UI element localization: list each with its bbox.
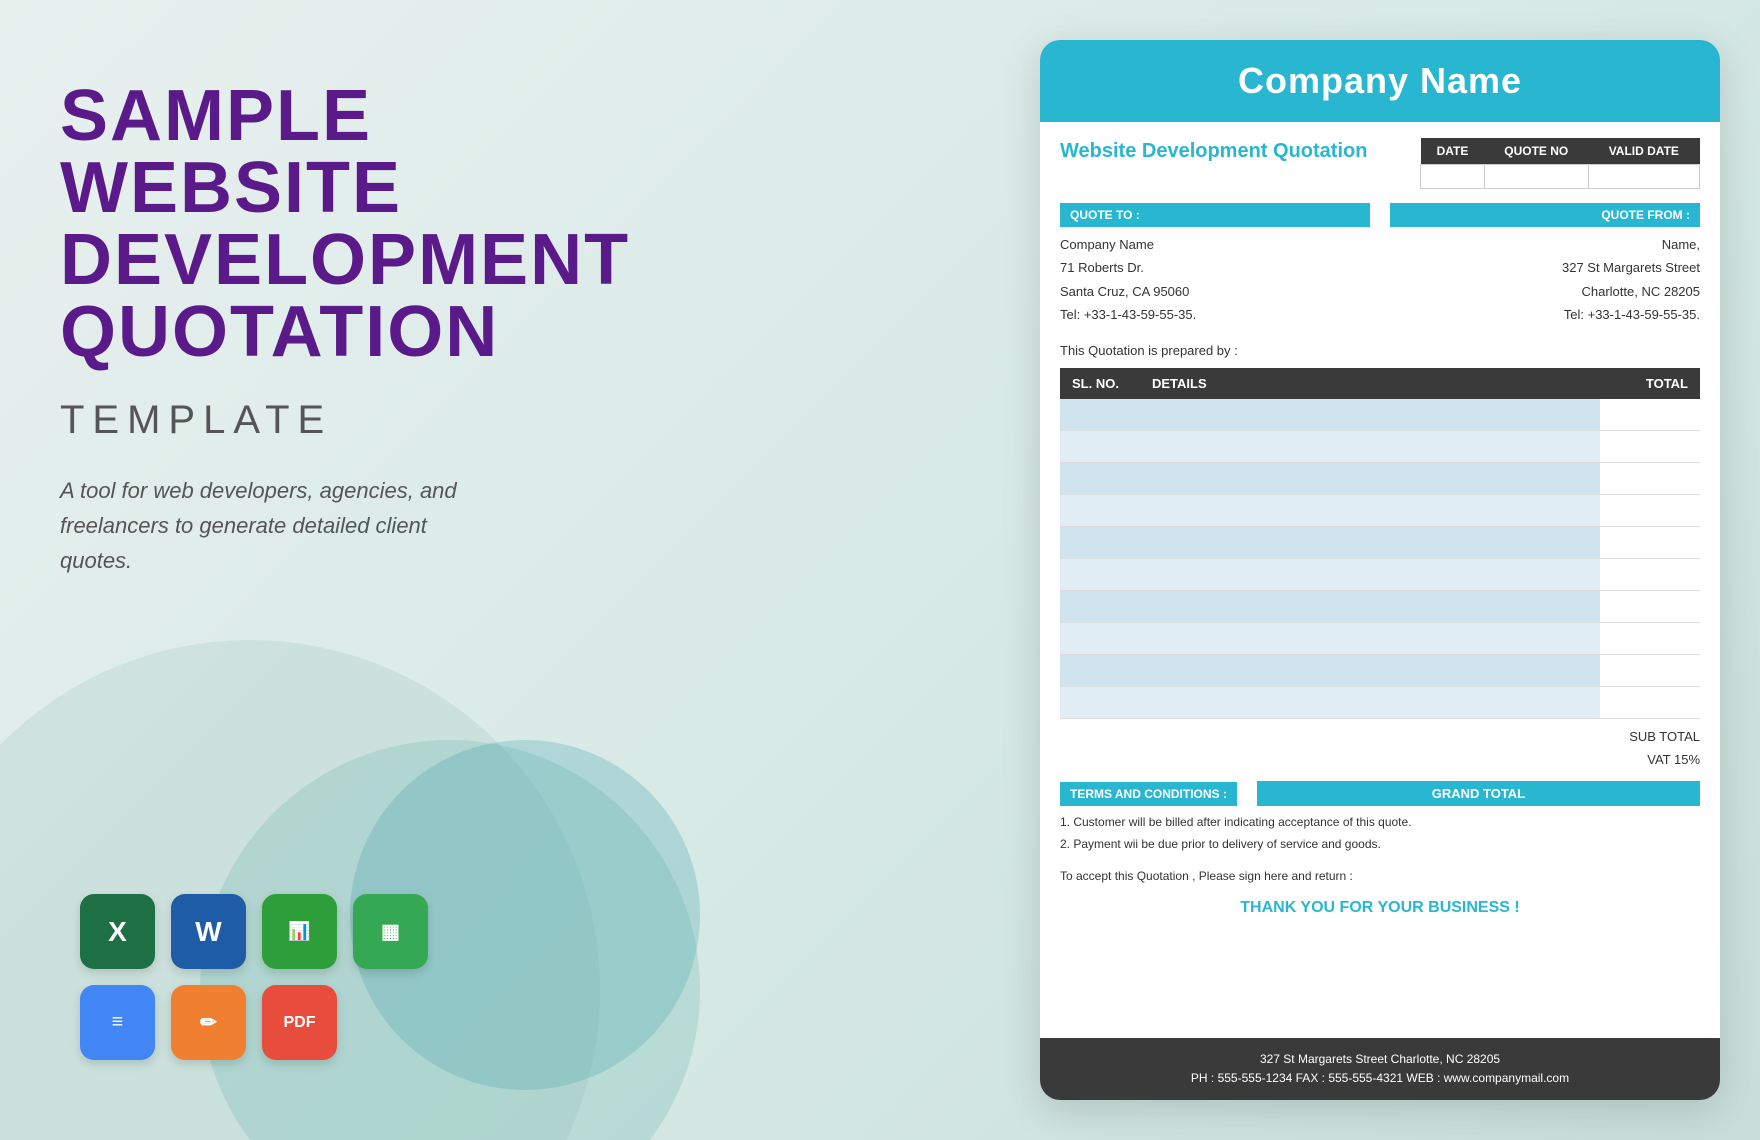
quote-info-table: DATE QUOTE NO VALID DATE: [1420, 138, 1700, 189]
date-header: DATE: [1421, 138, 1485, 165]
excel-icon[interactable]: X: [80, 894, 155, 969]
prepared-by: This Quotation is prepared by :: [1040, 337, 1720, 368]
sl-no-header: SL. NO.: [1060, 368, 1140, 399]
quote-to-label: QUOTE TO :: [1060, 203, 1370, 227]
table-row: [1060, 559, 1700, 591]
table-row: [1060, 495, 1700, 527]
pdf-icon[interactable]: PDF: [262, 985, 337, 1060]
quote-to-address1: 71 Roberts Dr.: [1060, 256, 1370, 279]
sub-title: TEMPLATE: [60, 398, 620, 443]
company-header: Company Name: [1040, 40, 1720, 122]
numbers-icon[interactable]: 📊: [262, 894, 337, 969]
description: A tool for web developers, agencies, and…: [60, 473, 460, 579]
quote-from-block: QUOTE FROM : Name, 327 St Margarets Stre…: [1390, 203, 1700, 327]
sheets-icon[interactable]: ▦: [353, 894, 428, 969]
thank-you: THANK YOU FOR YOUR BUSINESS !: [1040, 891, 1720, 925]
terms-line-1: 1. Customer will be billed after indicat…: [1060, 812, 1700, 834]
table-row: [1060, 431, 1700, 463]
company-name: Company Name: [1060, 60, 1700, 102]
details-header: DETAILS: [1140, 368, 1600, 399]
document-card: Company Name Website Development Quotati…: [1040, 40, 1720, 1100]
table-row: [1060, 591, 1700, 623]
left-panel: SAMPLEWEBSITEDEVELOPMENTQUOTATION TEMPLA…: [60, 80, 620, 579]
quote-from-label: QUOTE FROM :: [1390, 203, 1700, 227]
bottom-section: TERMS AND CONDITIONS : GRAND TOTAL: [1040, 777, 1720, 806]
sign-section: To accept this Quotation , Please sign h…: [1040, 861, 1720, 891]
address-section: QUOTE TO : Company Name 71 Roberts Dr. S…: [1040, 199, 1720, 337]
vat-row: VAT 15%: [1060, 748, 1700, 771]
terms-line-2: 2. Payment wii be due prior to delivery …: [1060, 834, 1700, 856]
totals-section: SUB TOTAL VAT 15%: [1040, 719, 1720, 777]
doc-footer: 327 St Margarets Street Charlotte, NC 28…: [1040, 1038, 1720, 1100]
docs-icon[interactable]: ≡: [80, 985, 155, 1060]
terms-label: TERMS AND CONDITIONS :: [1060, 782, 1237, 806]
quote-title-block: Website Development Quotation: [1060, 138, 1400, 164]
footer-line-1: 327 St Margarets Street Charlotte, NC 28…: [1060, 1050, 1700, 1069]
pages-icon[interactable]: ✏: [171, 985, 246, 1060]
quote-to-tel: Tel: +33-1-43-59-55-35.: [1060, 303, 1370, 326]
items-table: SL. NO. DETAILS TOTAL: [1060, 368, 1700, 720]
grand-total-label: GRAND TOTAL: [1257, 781, 1700, 806]
main-title: SAMPLEWEBSITEDEVELOPMENTQUOTATION: [60, 80, 620, 368]
table-row: [1060, 655, 1700, 687]
sub-total-row: SUB TOTAL: [1060, 725, 1700, 748]
footer-line-2: PH : 555-555-1234 FAX : 555-555-4321 WEB…: [1060, 1069, 1700, 1088]
table-row: [1060, 463, 1700, 495]
word-icon[interactable]: W: [171, 894, 246, 969]
date-value[interactable]: [1421, 165, 1485, 189]
valid-date-header: VALID DATE: [1588, 138, 1699, 165]
quote-from-address1: 327 St Margarets Street: [1390, 256, 1700, 279]
table-row: [1060, 623, 1700, 655]
quote-from-tel: Tel: +33-1-43-59-55-35.: [1390, 303, 1700, 326]
quote-from-name: Name,: [1390, 233, 1700, 256]
quote-to-block: QUOTE TO : Company Name 71 Roberts Dr. S…: [1060, 203, 1370, 327]
quote-to-address2: Santa Cruz, CA 95060: [1060, 280, 1370, 303]
quote-title: Website Development Quotation: [1060, 138, 1400, 164]
quote-to-name: Company Name: [1060, 233, 1370, 256]
table-row: [1060, 399, 1700, 431]
terms-content: 1. Customer will be billed after indicat…: [1040, 806, 1720, 861]
quote-header: Website Development Quotation DATE QUOTE…: [1040, 122, 1720, 199]
table-row: [1060, 527, 1700, 559]
quote-from-address2: Charlotte, NC 28205: [1390, 280, 1700, 303]
total-header: TOTAL: [1600, 368, 1700, 399]
quote-no-header: QUOTE NO: [1484, 138, 1588, 165]
quote-no-value[interactable]: [1484, 165, 1588, 189]
table-row: [1060, 687, 1700, 719]
app-icons: X W 📊 ▦ ≡ ✏ PDF: [80, 894, 428, 1060]
valid-date-value[interactable]: [1588, 165, 1699, 189]
